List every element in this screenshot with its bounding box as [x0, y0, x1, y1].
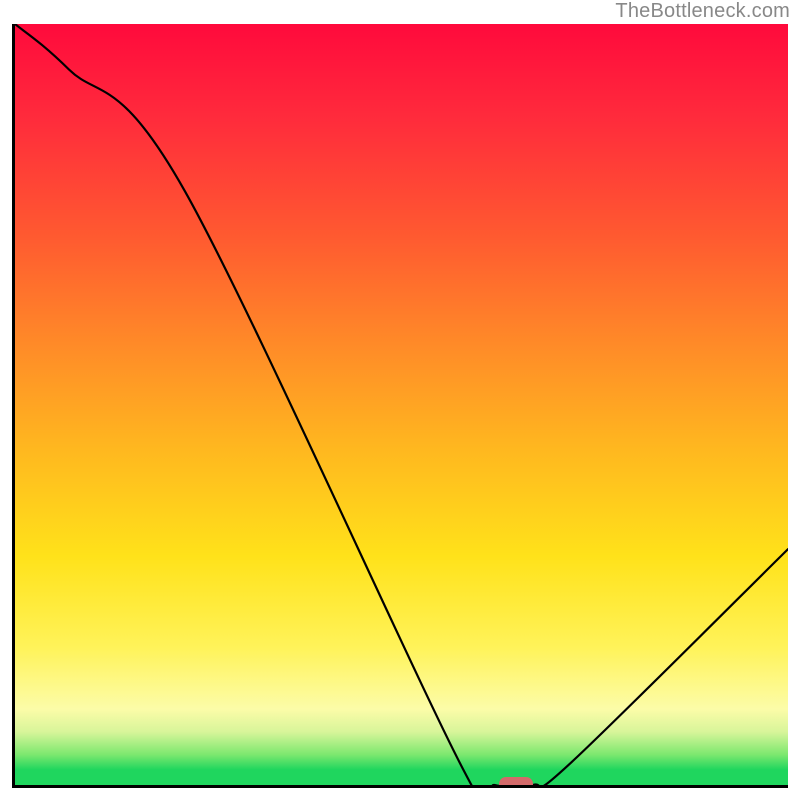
optimal-point-marker	[499, 777, 533, 788]
attribution-text: TheBottleneck.com	[615, 0, 790, 23]
chart-container: TheBottleneck.com	[0, 0, 800, 800]
heat-gradient-background	[15, 24, 788, 785]
plot-area	[12, 24, 788, 788]
